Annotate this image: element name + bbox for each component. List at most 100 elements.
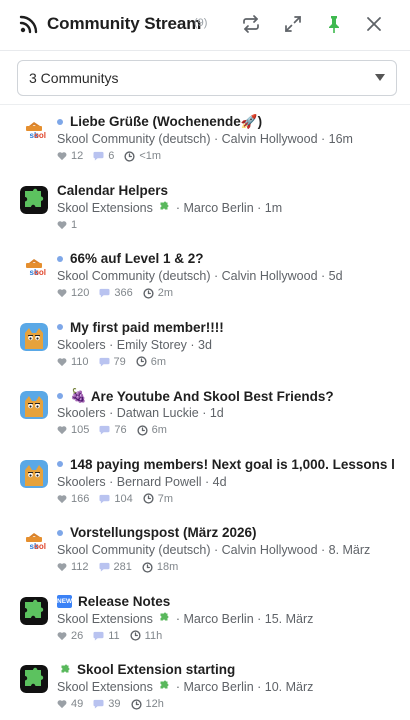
comment-count: 76 bbox=[114, 424, 127, 436]
author-name[interactable]: Calvin Hollywood bbox=[222, 269, 318, 283]
skool-community-avatar: sk ool bbox=[20, 528, 48, 556]
author-name[interactable]: Bernard Powell bbox=[117, 475, 202, 489]
comment-icon bbox=[99, 494, 110, 504]
like-count: 105 bbox=[71, 424, 90, 436]
expand-button[interactable] bbox=[282, 13, 304, 35]
repeat-icon bbox=[243, 15, 259, 33]
page-title: Community Stream bbox=[47, 14, 202, 33]
last-activity: 6m bbox=[137, 424, 167, 436]
skool-community-avatar: sk ool bbox=[20, 117, 48, 145]
rss-feed-icon bbox=[19, 15, 38, 34]
heart-icon bbox=[57, 563, 67, 572]
last-activity-time: 7m bbox=[157, 492, 173, 505]
post-title-text: 148 paying members! Next goal is 1,000. … bbox=[70, 456, 395, 472]
unread-dot bbox=[57, 393, 63, 399]
chevron-down-icon bbox=[375, 74, 385, 81]
unread-dot bbox=[57, 119, 63, 125]
post-title: My first paid member!!!! bbox=[57, 320, 224, 335]
community-name[interactable]: Skoolers bbox=[57, 475, 106, 489]
community-name[interactable]: Skoolers bbox=[57, 338, 106, 352]
like-count: 26 bbox=[71, 629, 84, 642]
list-item[interactable]: sk ool Liebe Grüße (Wochenende🚀) Skool Comm… bbox=[0, 105, 410, 173]
post-title-text: Release Notes bbox=[78, 593, 171, 609]
heart-icon bbox=[57, 289, 67, 298]
separator: · bbox=[172, 680, 184, 694]
separator: · bbox=[210, 269, 222, 283]
post-meta-line: Skool Community (deutsch) · Calvin Holly… bbox=[57, 132, 353, 146]
skool-extensions-avatar bbox=[20, 185, 48, 214]
post-title: Skool Extension starting bbox=[57, 662, 235, 677]
unread-dot bbox=[57, 324, 63, 330]
comment-icon bbox=[99, 425, 110, 435]
comment-count: 39 bbox=[108, 698, 121, 710]
unread-dot bbox=[57, 461, 63, 467]
grapes-emoji: 🍇 bbox=[70, 388, 87, 403]
post-title: 148 paying members! Next goal is 1,000. … bbox=[57, 457, 395, 472]
separator: · bbox=[201, 474, 213, 489]
author-name[interactable]: Marco Berlin bbox=[183, 201, 253, 215]
new-badge: NEW bbox=[57, 594, 72, 608]
likes: 12 bbox=[57, 150, 83, 162]
separator: · bbox=[210, 132, 222, 146]
likes: 105 bbox=[57, 424, 89, 436]
list-item[interactable]: sk ool 66% auf Level 1 & 2? Skool Community… bbox=[0, 242, 410, 310]
comment-count: 6 bbox=[108, 150, 115, 162]
comment-icon bbox=[93, 151, 104, 161]
comments: 79 bbox=[99, 356, 126, 368]
separator: · bbox=[172, 611, 184, 626]
community-name[interactable]: Skool Community (deutsch) bbox=[57, 543, 211, 557]
list-item[interactable]: 148 paying members! Next goal is 1,000. … bbox=[0, 448, 410, 516]
community-name[interactable]: Skool Extensions bbox=[57, 201, 153, 215]
comment-icon bbox=[93, 699, 104, 709]
refresh-button[interactable] bbox=[240, 13, 262, 35]
close-button[interactable] bbox=[363, 13, 385, 35]
post-title: 66% auf Level 1 & 2? bbox=[57, 251, 204, 266]
post-title: 🍇 Are Youtube And Skool Best Friends? bbox=[57, 388, 334, 404]
post-time: 8. März bbox=[328, 543, 371, 557]
header-divider bbox=[0, 50, 410, 51]
comment-count: 366 bbox=[114, 287, 133, 299]
author-name[interactable]: Calvin Hollywood bbox=[222, 543, 318, 557]
puzzle-icon bbox=[160, 201, 169, 209]
author-name[interactable]: Marco Berlin bbox=[183, 680, 253, 694]
post-stats: 26 11 11h bbox=[57, 630, 172, 642]
post-meta-line: Skool Extensions · Marco Berlin · 10. Mä… bbox=[57, 680, 313, 694]
author-name[interactable]: Marco Berlin bbox=[183, 612, 253, 626]
post-stats: 110 79 6m bbox=[57, 356, 176, 368]
community-name[interactable]: Skool Community (deutsch) bbox=[57, 132, 211, 146]
community-name[interactable]: Skool Extensions bbox=[57, 680, 153, 694]
separator: · bbox=[317, 132, 329, 146]
community-filter-select[interactable]: 3 Communitys bbox=[17, 60, 397, 96]
community-name[interactable]: Skoolers bbox=[57, 406, 106, 420]
community-name[interactable]: Skool Extensions bbox=[57, 612, 153, 626]
clock-icon bbox=[142, 561, 153, 573]
list-item[interactable]: My first paid member!!!! Skoolers · Emily… bbox=[0, 311, 410, 379]
post-stats: 12 6 <1m bbox=[57, 150, 171, 162]
list-item[interactable]: sk ool Vorstellungspost (März 2026) Skool C… bbox=[0, 516, 410, 584]
separator: · bbox=[210, 543, 222, 557]
header: Community Stream (9) bbox=[0, 0, 410, 50]
author-name[interactable]: Datwan Luckie bbox=[117, 406, 199, 420]
pin-button[interactable] bbox=[323, 13, 345, 35]
author-name[interactable]: Calvin Hollywood bbox=[222, 132, 318, 146]
post-count: (9) bbox=[194, 17, 208, 29]
list-item[interactable]: NEW Release Notes Skool Extensions · Marco… bbox=[0, 585, 410, 653]
list-item[interactable]: Calendar Helpers Skool Extensions · Marco… bbox=[0, 174, 410, 242]
svg-text:ool: ool bbox=[34, 131, 46, 140]
post-title-text: Liebe Grüße (Wochenende🚀) bbox=[70, 114, 263, 129]
separator: · bbox=[105, 406, 117, 420]
like-count: 12 bbox=[71, 150, 84, 162]
author-name[interactable]: Emily Storey bbox=[117, 338, 187, 352]
skoolers-avatar bbox=[20, 459, 48, 488]
heart-icon bbox=[57, 357, 67, 366]
likes: 120 bbox=[57, 287, 89, 299]
puzzle-icon bbox=[160, 612, 169, 620]
community-name[interactable]: Skool Community (deutsch) bbox=[57, 269, 211, 283]
list-item[interactable]: 🍇 Are Youtube And Skool Best Friends? Skoo… bbox=[0, 379, 410, 447]
post-meta-line: Skoolers · Datwan Luckie · 1d bbox=[57, 406, 224, 420]
post-stats: 49 39 12h bbox=[57, 698, 174, 710]
list-item[interactable]: Skool Extension starting Skool Extensions… bbox=[0, 653, 410, 720]
last-activity-time: 2m bbox=[157, 287, 173, 299]
skoolers-avatar bbox=[20, 391, 48, 419]
post-meta-line: Skool Community (deutsch) · Calvin Holly… bbox=[57, 269, 343, 283]
